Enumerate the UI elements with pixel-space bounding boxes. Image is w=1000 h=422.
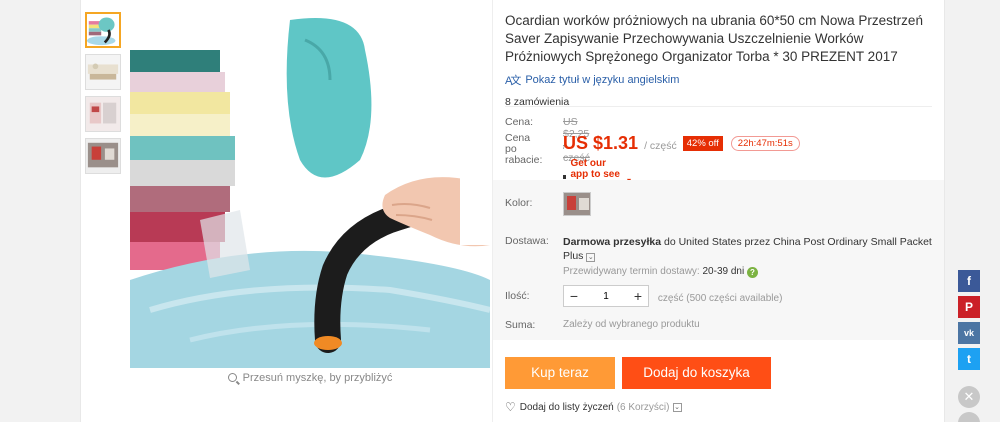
buy-now-button[interactable]: Kup teraz xyxy=(505,357,615,389)
color-swatch[interactable] xyxy=(563,192,591,216)
quantity-control: − + część (500 części available) xyxy=(563,285,782,307)
product-info: Ocardian worków próżniowych na ubrania 6… xyxy=(505,12,940,108)
translate-link-text: Pokaż tytuł w języku angielskim xyxy=(525,74,680,86)
wishlist-dropdown-icon[interactable]: ⌄ xyxy=(672,402,682,412)
thumbnail-4-image xyxy=(86,139,120,173)
color-swatch-wrap xyxy=(563,192,591,216)
color-label: Kolor: xyxy=(505,197,533,209)
wishlist-text: Dodaj do listy życzeń xyxy=(519,401,614,413)
quantity-minus-button[interactable]: − xyxy=(564,286,584,306)
discount-label: Cena po rabacie: xyxy=(505,133,542,166)
shipping-method[interactable]: Darmowa przesyłka do United States przez… xyxy=(563,235,943,263)
discount-label-line1: Cena po xyxy=(505,132,531,155)
facebook-icon[interactable]: f xyxy=(958,270,980,292)
translate-icon: A文 xyxy=(505,75,521,87)
vk-icon[interactable]: vk xyxy=(958,322,980,344)
thumbnail-1[interactable] xyxy=(85,12,121,48)
thumbnail-1-image xyxy=(87,14,119,46)
countdown-timer: 22h:47m:51s xyxy=(730,136,800,151)
main-product-image[interactable] xyxy=(130,10,490,368)
shipping-label: Dostawa: xyxy=(505,235,549,247)
thumbnail-2[interactable] xyxy=(85,54,121,90)
quantity-label: Ilość: xyxy=(505,290,530,302)
total-label: Suma: xyxy=(505,319,536,331)
twitter-icon[interactable]: t xyxy=(958,348,980,370)
shipping-info: Darmowa przesyłka do United States przez… xyxy=(563,235,943,278)
quantity-input[interactable] xyxy=(584,290,628,302)
estimate-unit: dni xyxy=(730,266,745,277)
translate-link[interactable]: A文 Pokaż tytuł w języku angielskim xyxy=(505,72,940,88)
zoom-hint: Przesuń myszkę, by przybliżyć xyxy=(130,372,490,384)
discount-price-group: US $1.31 / część 42% off 22h:47m:51s xyxy=(563,133,800,154)
quantity-stepper: − + xyxy=(563,285,649,307)
thumbnail-2-image xyxy=(86,55,120,89)
thumbnail-4[interactable] xyxy=(85,138,121,174)
per-unit: / część xyxy=(644,140,677,152)
delivery-estimate: Przewidywany termin dostawy: 20-39 dni ? xyxy=(563,266,943,278)
social-share-bar: f P vk t xyxy=(958,270,980,374)
estimate-days: 20-39 xyxy=(702,266,729,277)
close-icon[interactable]: ✕ xyxy=(958,386,980,408)
free-shipping-text: Darmowa przesyłka xyxy=(563,236,662,248)
add-to-cart-button[interactable]: Dodaj do koszyka xyxy=(622,357,771,389)
quantity-plus-button[interactable]: + xyxy=(628,286,648,306)
quantity-note: część (500 części available) xyxy=(657,293,783,304)
scroll-top-icon[interactable] xyxy=(958,412,980,422)
price-label: Cena: xyxy=(505,116,534,128)
magnifier-icon xyxy=(227,373,237,382)
color-swatch-image xyxy=(564,193,590,215)
help-icon[interactable]: ? xyxy=(747,267,758,278)
new-price: US $1.31 xyxy=(563,133,639,153)
total-value: Zależy od wybranego produktu xyxy=(563,319,700,330)
wishlist-count: (6 Korzyści) xyxy=(616,401,670,413)
thumbnail-list xyxy=(85,12,123,180)
discount-badge: 42% off xyxy=(682,136,723,151)
estimate-label: Przewidywany termin dostawy: xyxy=(563,266,700,277)
product-title: Ocardian worków próżniowych na ubrania 6… xyxy=(505,13,923,64)
shipping-dropdown-icon[interactable]: ⌄ xyxy=(586,253,596,262)
heart-icon: ♡ xyxy=(505,400,516,414)
vacuum-bag-photo xyxy=(130,10,490,368)
wishlist-link[interactable]: ♡ Dodaj do listy życzeń (6 Korzyści) ⌄ xyxy=(505,400,682,414)
divider xyxy=(505,106,932,107)
discount-label-line2: rabacie: xyxy=(505,154,543,166)
zoom-hint-text: Przesuń myszkę, by przybliżyć xyxy=(242,372,393,384)
thumbnail-3[interactable] xyxy=(85,96,121,132)
pinterest-icon[interactable]: P xyxy=(958,296,980,318)
thumbnail-3-image xyxy=(86,97,120,131)
